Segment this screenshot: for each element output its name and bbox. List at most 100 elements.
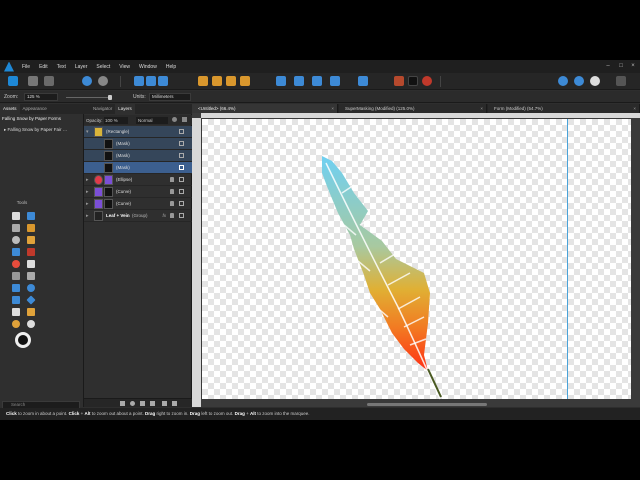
expand-right-icon[interactable]: ▸ [86, 213, 89, 219]
lock-icon[interactable] [170, 213, 174, 218]
tab-document-form[interactable]: Form (Modified) (54.7%) × [488, 104, 640, 113]
lock-icon[interactable] [170, 177, 174, 182]
zoom-field[interactable]: 125 % [24, 93, 58, 101]
menu-help[interactable]: Help [166, 64, 176, 70]
align-center-icon[interactable] [212, 76, 222, 86]
layer-visibility-checkbox[interactable] [179, 141, 184, 146]
snapping-icon[interactable] [82, 76, 92, 86]
horizontal-scrollbar[interactable] [367, 403, 487, 406]
layer-row-curve-1[interactable]: ▸ (Curve) [84, 186, 192, 198]
arrange-icon[interactable] [158, 76, 168, 86]
fx-icon[interactable]: fx [162, 213, 166, 218]
pencil-tool-icon[interactable] [27, 236, 35, 244]
share-icon[interactable] [44, 76, 54, 86]
layer-visibility-checkbox[interactable] [179, 165, 184, 170]
snapping-manager-icon[interactable] [616, 76, 626, 86]
tab-appearance[interactable]: Appearance [20, 104, 50, 114]
layer-row-mask-2[interactable]: (Mask) [84, 150, 192, 162]
trash-icon[interactable] [172, 401, 177, 406]
tab-assets[interactable]: Assets [0, 104, 20, 114]
menu-file[interactable]: File [22, 64, 30, 70]
transparency-tool-icon[interactable] [27, 260, 35, 268]
place-image-tool-icon[interactable] [12, 272, 20, 280]
menu-window[interactable]: Window [139, 64, 157, 70]
move-back-icon[interactable] [134, 76, 144, 86]
tab-layers[interactable]: Layers [115, 104, 135, 114]
layer-visibility-checkbox[interactable] [179, 129, 184, 134]
expand-right-icon[interactable]: ▸ [86, 189, 89, 195]
settings-icon[interactable] [98, 76, 108, 86]
layer-visibility-checkbox[interactable] [179, 201, 184, 206]
pen-tool-icon[interactable] [12, 248, 20, 256]
maximize-icon[interactable]: □ [617, 62, 625, 70]
move-forward-icon[interactable] [146, 76, 156, 86]
feather-artwork[interactable] [192, 113, 640, 407]
flip-vertical-icon[interactable] [294, 76, 304, 86]
artboard-tool-icon[interactable] [27, 212, 35, 220]
polygon-tool-icon[interactable] [26, 295, 36, 305]
pixel-persona-icon[interactable] [28, 76, 38, 86]
vector-brush-tool-icon[interactable] [27, 248, 35, 256]
expand-right-icon[interactable]: ▸ [86, 201, 89, 207]
layer-row-rectangle[interactable]: ▾ (Rectangle) [84, 126, 192, 138]
layer-row-curve-2[interactable]: ▸ (Curve) [84, 198, 192, 210]
close-icon[interactable]: × [629, 62, 637, 70]
text-tool-icon[interactable] [12, 308, 20, 316]
layer-visibility-checkbox[interactable] [179, 189, 184, 194]
close-tab-icon[interactable]: × [633, 104, 636, 113]
layer-row-mask-1[interactable]: (Mask) [84, 138, 192, 150]
asset-item[interactable]: ▸ Falling Snow by Paper Fair … [4, 127, 82, 133]
flip-horizontal-icon[interactable] [276, 76, 286, 86]
layer-visibility-checkbox[interactable] [179, 153, 184, 158]
fill-tool-icon[interactable] [12, 260, 20, 268]
lock-icon[interactable] [182, 117, 187, 122]
frame-text-tool-icon[interactable] [27, 308, 35, 316]
add-pixel-layer-icon[interactable] [162, 401, 167, 406]
lock-icon[interactable] [170, 201, 174, 206]
tab-document-supermasking[interactable]: SuperMasking (Modified) (125.0%) × [339, 104, 487, 113]
layer-visibility-checkbox[interactable] [179, 213, 184, 218]
layer-row-mask-3[interactable]: (Mask) [84, 162, 192, 174]
layer-row-group[interactable]: ▸ Leaf + Vein (Group) fx [84, 210, 192, 222]
boolean-subtract-icon[interactable] [394, 76, 404, 86]
asset-category-dropdown[interactable]: Falling Snow by Paper Forms [2, 116, 61, 121]
close-tab-icon[interactable]: × [480, 104, 483, 113]
menu-edit[interactable]: Edit [39, 64, 48, 70]
rectangle-tool-icon[interactable] [12, 284, 20, 292]
zoom-slider-handle[interactable] [108, 95, 112, 100]
ellipse-tool-icon[interactable] [27, 284, 35, 292]
assistant-icon[interactable] [574, 76, 584, 86]
hand-tool-icon[interactable] [12, 320, 20, 328]
effects-icon[interactable] [140, 401, 145, 406]
rotate-left-icon[interactable] [312, 76, 322, 86]
align-left-icon[interactable] [198, 76, 208, 86]
canvas-area[interactable] [192, 113, 640, 407]
align-top-icon[interactable] [240, 76, 250, 86]
color-swatch-icon[interactable] [15, 332, 31, 348]
layer-visibility-checkbox[interactable] [179, 177, 184, 182]
crop-tool-icon[interactable] [27, 272, 35, 280]
boolean-intersect-icon[interactable] [408, 76, 418, 86]
view-mode-icon[interactable] [558, 76, 568, 86]
minimize-icon[interactable]: – [604, 62, 612, 70]
expand-right-icon[interactable]: ▸ [86, 177, 89, 183]
designer-persona-icon[interactable] [8, 76, 18, 86]
menu-text[interactable]: Text [57, 64, 66, 70]
expand-down-icon[interactable]: ▾ [86, 129, 89, 135]
rounded-rect-tool-icon[interactable] [12, 296, 20, 304]
adjustment-icon[interactable] [130, 401, 135, 406]
menu-layer[interactable]: Layer [75, 64, 88, 70]
blend-mode-dropdown[interactable]: Normal [136, 117, 168, 124]
boolean-add-icon[interactable] [358, 76, 368, 86]
boolean-divide-icon[interactable] [422, 76, 432, 86]
close-tab-icon[interactable]: × [331, 104, 334, 113]
zoom-slider-track[interactable] [66, 97, 112, 98]
group-icon[interactable] [150, 401, 155, 406]
tab-navigator[interactable]: Navigator [90, 104, 115, 114]
corner-tool-icon[interactable] [27, 224, 35, 232]
zoom-tool-icon[interactable] [27, 320, 35, 328]
menu-view[interactable]: View [119, 64, 130, 70]
layer-row-ellipse[interactable]: ▸ (Ellipse) [84, 174, 192, 186]
add-layer-icon[interactable] [120, 401, 125, 406]
align-right-icon[interactable] [226, 76, 236, 86]
